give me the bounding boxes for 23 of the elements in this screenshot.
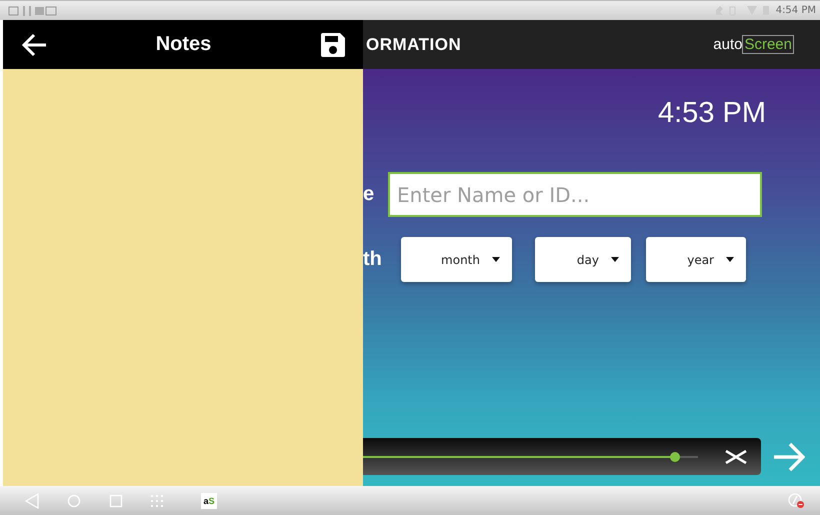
date-dropdown[interactable]: year bbox=[646, 237, 746, 282]
close-icon[interactable] bbox=[725, 450, 747, 464]
blocked-gauge-icon bbox=[788, 492, 805, 508]
status-time: 4:54 PM bbox=[776, 5, 816, 16]
forward-arrow-icon[interactable] bbox=[773, 442, 805, 472]
save-icon[interactable] bbox=[319, 30, 347, 58]
date-dropdown[interactable]: day bbox=[535, 237, 631, 282]
field-label: th bbox=[363, 248, 383, 271]
slider-thumb[interactable] bbox=[670, 452, 680, 462]
caret-icon bbox=[611, 257, 619, 262]
logo-text: auto bbox=[713, 36, 742, 53]
app-shortcut[interactable]: aS bbox=[201, 492, 217, 508]
field-label: e bbox=[363, 183, 376, 206]
clock-time: 4:53 PM bbox=[658, 97, 766, 130]
system-icons bbox=[714, 5, 772, 16]
date-dropdown[interactable]: month bbox=[401, 237, 512, 282]
app-title: ORMATION bbox=[366, 34, 462, 54]
caret-icon bbox=[492, 257, 500, 262]
notes-title: Notes bbox=[154, 33, 212, 56]
logo-boxed-text: Screen bbox=[742, 35, 794, 54]
name-input-field[interactable]: Enter Name or ID... bbox=[388, 172, 762, 217]
caret-icon bbox=[726, 257, 734, 262]
back-arrow-icon[interactable] bbox=[22, 32, 48, 56]
